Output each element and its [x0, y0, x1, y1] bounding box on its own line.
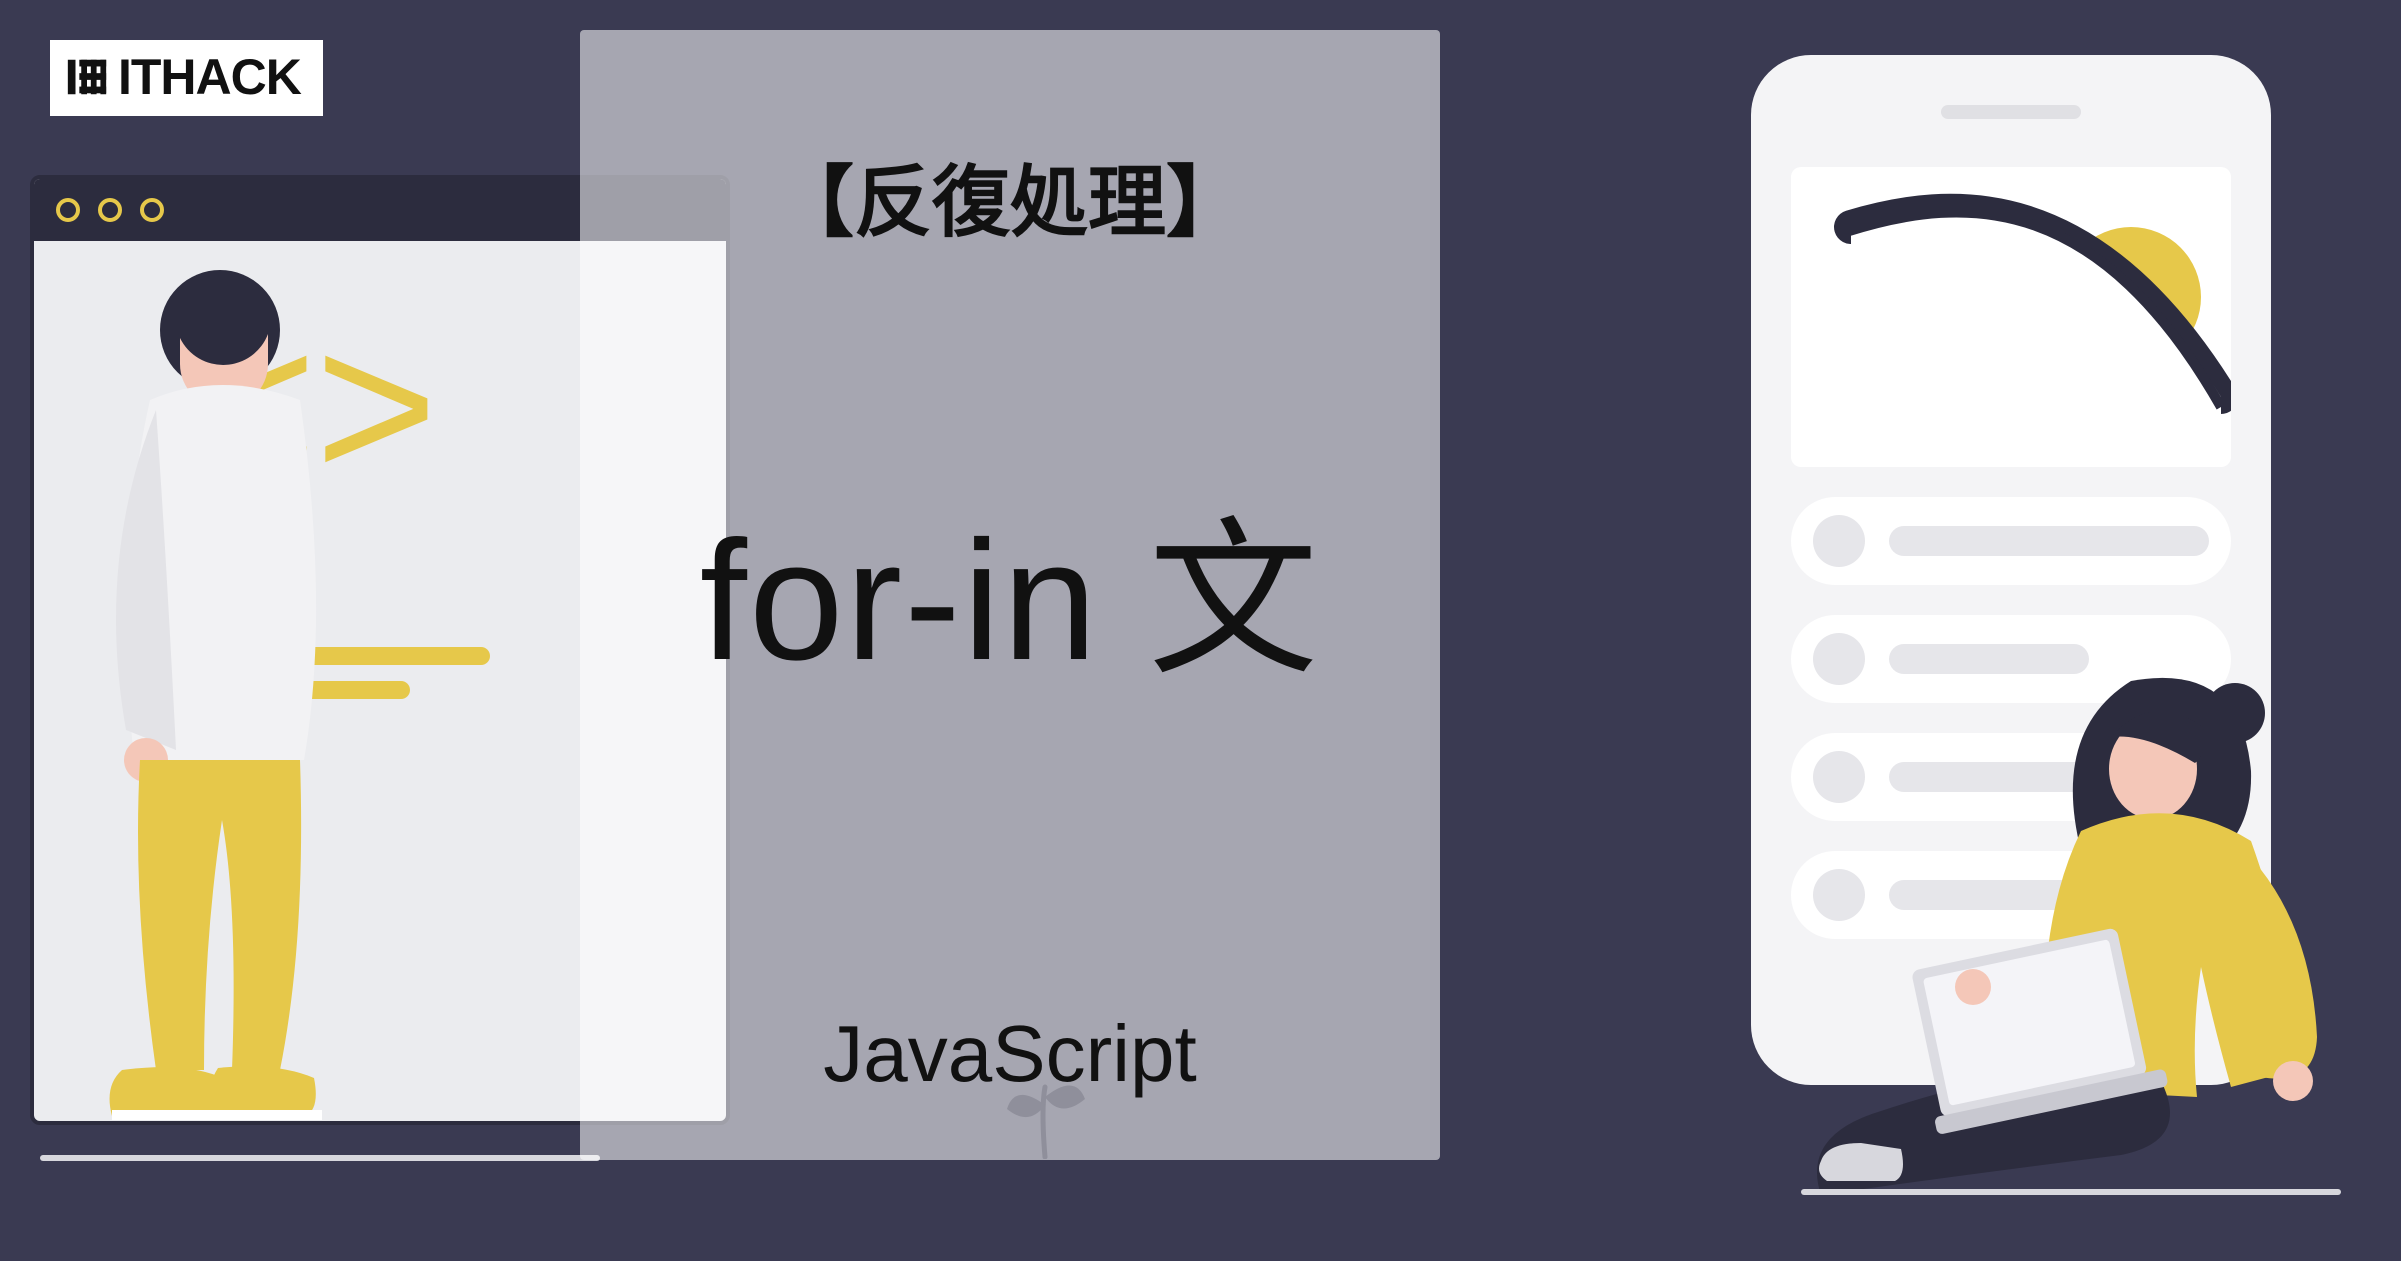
kicker-text: 【反復処理】 — [776, 140, 1244, 252]
plant-sprout-icon — [990, 1049, 1100, 1159]
dot-icon — [1813, 515, 1865, 567]
bar — [1889, 526, 2209, 556]
logo-badge: ITHACK — [50, 40, 323, 116]
window-dot-icon — [98, 198, 122, 222]
phone-hero-image — [1791, 167, 2231, 467]
person-standing-illustration — [60, 260, 360, 1160]
phone-notch-icon — [1941, 105, 2081, 119]
list-item — [1791, 497, 2231, 585]
title-card: 【反復処理】 for-in 文 JavaScript — [580, 30, 1440, 1160]
person-sitting-illustration — [1761, 641, 2361, 1201]
window-dot-icon — [140, 198, 164, 222]
logo-mark-icon — [64, 54, 110, 100]
window-dot-icon — [56, 198, 80, 222]
main-title: for-in 文 — [700, 462, 1321, 708]
logo-text: ITHACK — [118, 48, 301, 106]
